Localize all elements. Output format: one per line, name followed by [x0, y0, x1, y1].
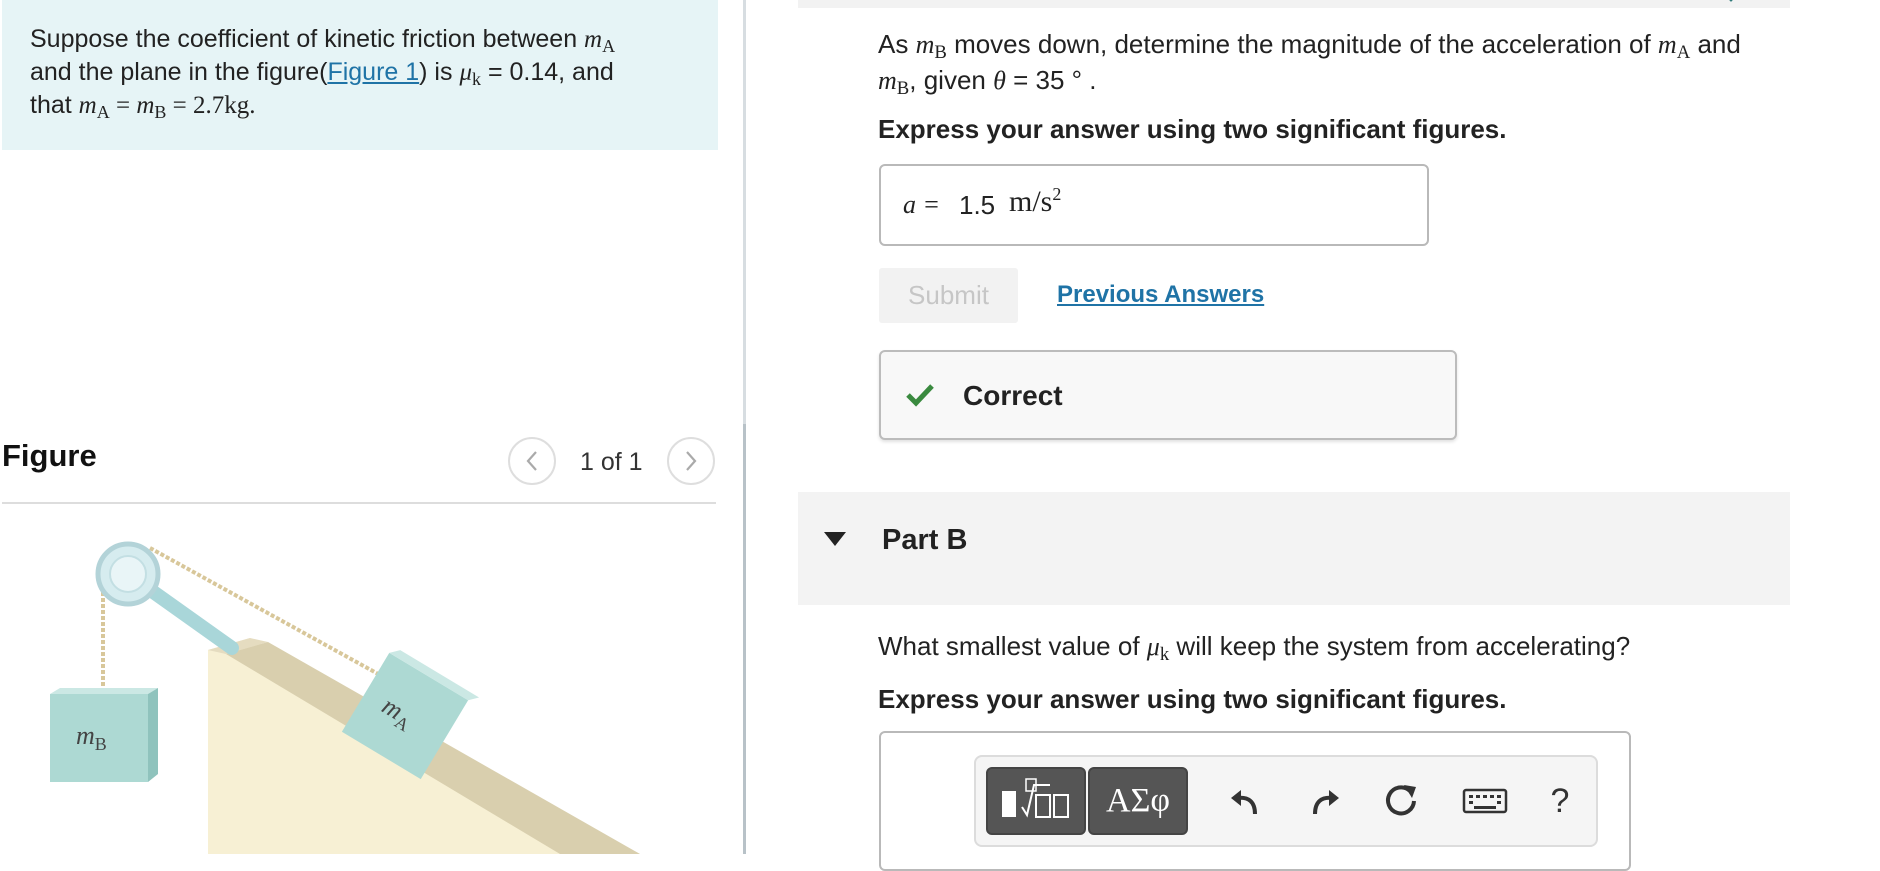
part-b-title: Part B — [882, 524, 968, 556]
problem-text-part: and the plane in the figure( — [30, 58, 328, 86]
previous-answers-link[interactable]: Previous Answers — [1057, 281, 1264, 309]
block-mb-side — [148, 688, 158, 782]
keyboard-icon — [1462, 788, 1508, 814]
part-a-question: As mB moves down, determine the magnitud… — [878, 28, 1741, 100]
check-icon — [906, 384, 934, 407]
reset-icon — [1386, 785, 1416, 816]
symbol-mu-k: μk — [1146, 632, 1170, 666]
greek-symbols-button[interactable]: ΑΣφ — [1088, 767, 1188, 835]
feedback-box: Correct — [879, 350, 1457, 440]
problem-text-part: that — [30, 91, 79, 119]
figure-link[interactable]: Figure 1 — [327, 58, 419, 86]
math-toolbar: ΑΣφ ? — [974, 755, 1598, 847]
question-text-part: What smallest value of — [878, 631, 1147, 661]
part-b-question: What smallest value of μk will keep the … — [878, 630, 1630, 666]
answer-value: 1.5 — [959, 190, 996, 220]
symbol-mu-k: μk — [459, 59, 481, 90]
help-button[interactable]: ? — [1538, 779, 1582, 823]
part-a-instructions: Express your answer using two significan… — [878, 114, 1507, 144]
symbol-mb: mB — [878, 66, 910, 100]
answer-unit: m/s2 — [1009, 184, 1061, 219]
problem-text-part: Suppose the coefficient of kinetic frict… — [30, 25, 585, 53]
chevron-left-icon — [526, 451, 537, 471]
next-figure-button[interactable] — [667, 437, 715, 485]
mass-value: = 2.7kg. — [172, 92, 256, 119]
symbol-ma: mA — [584, 26, 616, 57]
question-text-part: = 35 ° . — [1005, 65, 1097, 95]
symbol-ma-eq-mb: mA = mB — [78, 92, 167, 123]
problem-text-part: ) is — [419, 58, 460, 86]
redo-icon — [1313, 790, 1339, 815]
chevron-right-icon — [686, 451, 697, 471]
symbol-theta: θ — [993, 66, 1006, 95]
symbol-mb: mB — [915, 30, 947, 64]
redo-button[interactable] — [1302, 779, 1346, 823]
part-b-header[interactable]: Part B — [798, 492, 1790, 605]
caret-down-icon — [824, 532, 846, 546]
question-text-part: As — [878, 29, 916, 59]
undo-button[interactable] — [1224, 779, 1268, 823]
incline-pulley-figure: mB mA — [50, 541, 640, 854]
submit-button[interactable]: Submit — [879, 268, 1018, 323]
answer-field[interactable]: a = 1.5 m/s2 — [879, 164, 1429, 246]
templates-button[interactable] — [986, 767, 1086, 835]
answer-label: a = — [903, 190, 941, 219]
question-text-part: will keep the system from accelerating? — [1169, 631, 1631, 661]
checkmark-icon — [1729, 0, 1733, 2]
part-b-instructions: Express your answer using two significan… — [878, 684, 1507, 714]
problem-text-part: = 0.14, and — [481, 58, 614, 86]
keyboard-button[interactable] — [1458, 779, 1512, 823]
figure-title: Figure — [2, 438, 97, 473]
question-text-part: and — [1690, 29, 1741, 59]
feedback-text: Correct — [963, 380, 1063, 411]
left-panel: Suppose the coefficient of kinetic frict… — [0, 0, 740, 854]
figure-counter: 1 of 1 — [580, 448, 643, 476]
problem-statement-box: Suppose the coefficient of kinetic frict… — [2, 0, 718, 150]
answer-unit-text: m/s — [1009, 185, 1053, 218]
templates-icon — [1002, 778, 1069, 818]
undo-icon — [1231, 790, 1257, 815]
question-text-part: moves down, determine the magnitude of t… — [946, 29, 1658, 59]
unit-exponent: 2 — [1052, 184, 1062, 204]
previous-figure-button[interactable] — [508, 437, 556, 485]
block-mb-top — [50, 688, 158, 694]
figure-divider — [2, 502, 716, 504]
question-text-part: , given — [909, 65, 994, 95]
column-divider-active[interactable] — [743, 424, 746, 854]
previous-part-strip — [798, 0, 1790, 8]
symbol-ma: mA — [1657, 30, 1691, 64]
problem-statement: Suppose the coefficient of kinetic frict… — [30, 24, 700, 123]
reset-button[interactable] — [1380, 779, 1424, 823]
